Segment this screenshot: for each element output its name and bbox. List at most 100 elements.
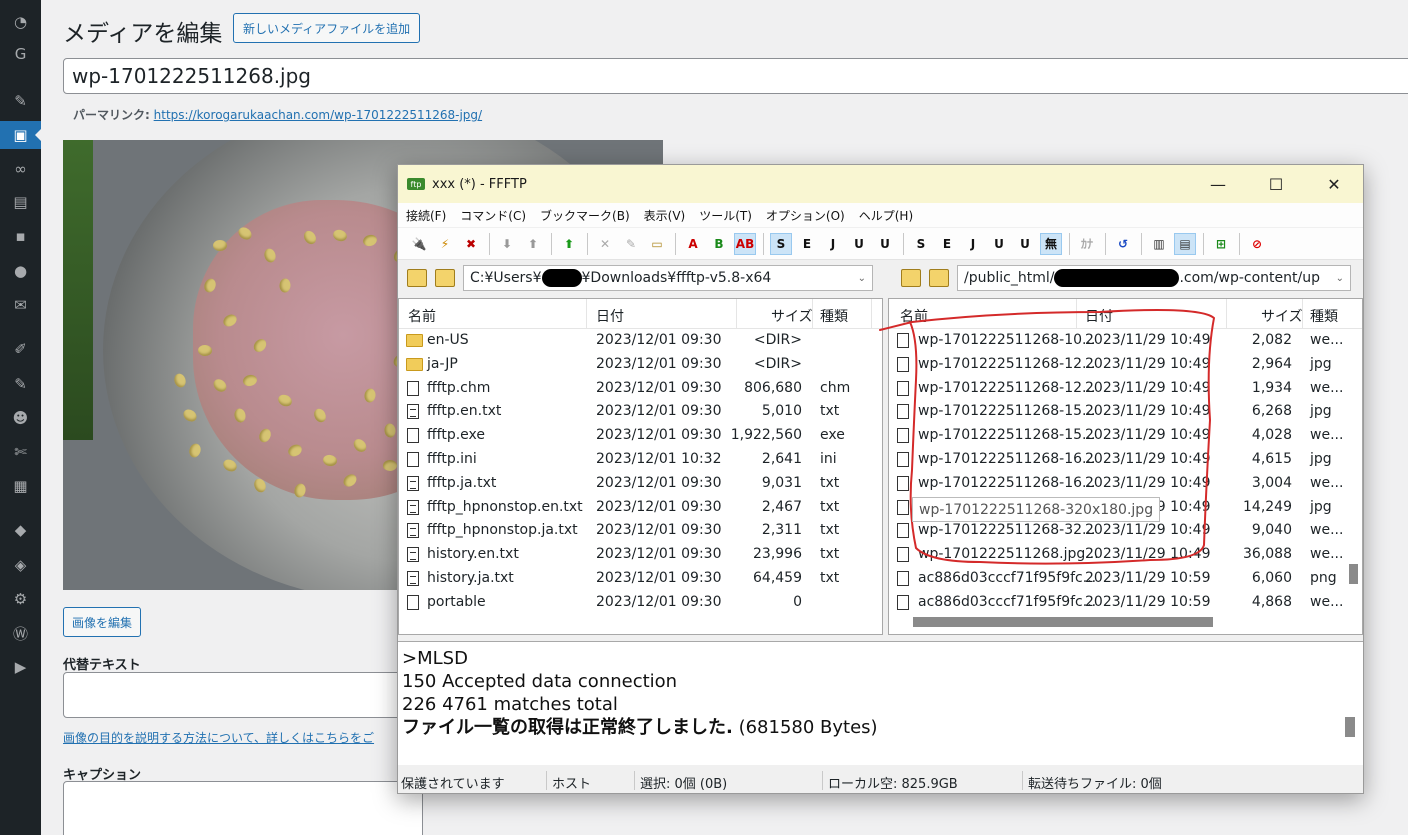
play-icon[interactable]: ▶ [0, 653, 41, 681]
upload-icon[interactable]: ⬆ [522, 233, 544, 255]
sync-folder-icon[interactable]: ⊞ [1210, 233, 1232, 255]
column-divider[interactable] [1226, 299, 1227, 329]
add-new-media-button[interactable]: 新しいメディアファイルを追加 [233, 13, 421, 43]
close-button[interactable]: ✕ [1305, 165, 1363, 203]
delete-icon[interactable]: ✕ [594, 233, 616, 255]
utf8-local-icon[interactable]: U [988, 233, 1010, 255]
column-divider[interactable] [586, 299, 587, 329]
dashboard-icon[interactable]: ◔ [0, 8, 41, 36]
remote-file-row[interactable]: wp-1701222511268-12... 2023/11/29 10:49 1,… [889, 377, 1362, 401]
remote-open-folder-icon[interactable] [929, 269, 949, 287]
euc-host-icon[interactable]: E [796, 233, 818, 255]
remote-horizontal-scrollbar-thumb[interactable] [913, 617, 1213, 627]
menu-item-1[interactable]: コマンド(C) [460, 207, 526, 224]
menu-item-0[interactable]: 接続(F) [406, 207, 446, 224]
local-file-row[interactable]: history.ja.txt 2023/12/01 09:30 64,459 txt [399, 567, 882, 591]
kana-convert-icon[interactable]: ｶﾅ [1076, 233, 1098, 255]
remote-col-size[interactable]: サイズ [1261, 306, 1303, 326]
remote-file-row[interactable]: wp-1701222511268.jpg... 2023/11/29 10:49 3… [889, 543, 1362, 567]
remote-file-row[interactable]: ac886d03cccf71f95f9fc... 2023/11/29 10:59… [889, 567, 1362, 591]
remote-file-row[interactable]: wp-1701222511268-32... 2023/11/29 10:49 9,… [889, 519, 1362, 543]
utf8bom-host-icon[interactable]: U [874, 233, 896, 255]
remote-parent-folder-icon[interactable] [901, 269, 921, 287]
local-open-folder-icon[interactable] [435, 269, 455, 287]
disconnect-icon[interactable]: ✖ [460, 233, 482, 255]
remote-file-row[interactable]: wp-1701222511268-12... 2023/11/29 10:49 2,… [889, 353, 1362, 377]
local-file-row[interactable]: portable 2023/12/01 09:30 0 [399, 591, 882, 615]
plugins-icon[interactable]: ✎ [0, 370, 41, 398]
maximize-button[interactable]: ☐ [1247, 165, 1305, 203]
local-file-row[interactable]: ja-JP 2023/12/01 09:30 <DIR> [399, 353, 882, 377]
local-file-row[interactable]: ffftp.en.txt 2023/12/01 09:30 5,010 txt [399, 400, 882, 424]
local-parent-folder-icon[interactable] [407, 269, 427, 287]
media-icon[interactable]: ▣ [0, 121, 41, 149]
menu-item-6[interactable]: ヘルプ(H) [859, 207, 913, 224]
jis-local-icon[interactable]: J [962, 233, 984, 255]
remote-file-row[interactable]: wp-1701222511268-15... 2023/11/29 10:49 6,… [889, 400, 1362, 424]
remote-path-select[interactable]: /public_html/ .com/wp-content/up ⌄ [957, 265, 1351, 291]
users-icon[interactable]: ☻ [0, 404, 41, 432]
detail-view-icon[interactable]: ▤ [1174, 232, 1196, 255]
list-view-icon[interactable]: ▥ [1148, 233, 1170, 255]
column-divider[interactable] [871, 299, 872, 329]
local-file-row[interactable]: ffftp.ini 2023/12/01 10:32 2,641 ini [399, 448, 882, 472]
column-divider[interactable] [1302, 299, 1303, 329]
auto-mode-icon[interactable]: AB [734, 232, 756, 255]
settings-grid-icon[interactable]: ▦ [0, 472, 41, 500]
remote-file-list[interactable]: 名前 日付 サイズ 種類 wp-1701222511268-10... 2023/… [888, 298, 1363, 635]
wordpress-icon[interactable]: Ⓦ [0, 619, 41, 647]
local-col-type[interactable]: 種類 [820, 306, 848, 326]
alt-text-input[interactable] [63, 672, 423, 718]
jis-host-icon[interactable]: J [822, 233, 844, 255]
local-file-row[interactable]: ffftp_hpnonstop.ja.txt 2023/12/01 09:30 2,… [399, 519, 882, 543]
local-file-row[interactable]: ffftp_hpnonstop.en.txt 2023/12/01 09:30 2,… [399, 496, 882, 520]
log-area[interactable]: >MLSD 150 Accepted data connection 226 4… [398, 641, 1363, 765]
local-file-row[interactable]: ffftp.ja.txt 2023/12/01 09:30 9,031 txt [399, 472, 882, 496]
permalink-link[interactable]: https://korogarukaachan.com/wp-170122251… [154, 108, 482, 122]
g-icon[interactable]: G [0, 40, 41, 68]
utf8-host-icon[interactable]: U [848, 233, 870, 255]
ffftp-titlebar[interactable]: ftp xxx (*) - FFFTP — ☐ ✕ [398, 165, 1363, 203]
rename-icon[interactable]: ✎ [620, 233, 642, 255]
column-divider[interactable] [1076, 299, 1077, 329]
menu-item-4[interactable]: ツール(T) [699, 207, 752, 224]
mkdir-icon[interactable]: ▭ [646, 233, 668, 255]
mail-icon[interactable]: ✉ [0, 291, 41, 319]
connect-icon[interactable]: 🔌 [408, 233, 430, 255]
stop-icon[interactable]: ⊘ [1246, 233, 1268, 255]
utf8bom-local-icon[interactable]: U [1014, 233, 1036, 255]
pin-icon[interactable]: ✎ [0, 87, 41, 115]
appearance-icon[interactable]: ✐ [0, 335, 41, 363]
local-path-select[interactable]: C:¥Users¥ ¥Downloads¥ffftp-v5.8-x64 ⌄ [463, 265, 873, 291]
pages-icon[interactable]: ▤ [0, 188, 41, 216]
menu-item-3[interactable]: 表示(V) [644, 207, 686, 224]
gear-icon[interactable]: ⚙ [0, 585, 41, 613]
shield-icon[interactable]: ◆ [0, 516, 41, 544]
links-icon[interactable]: ∞ [0, 155, 41, 183]
comments-icon[interactable]: ▪ [0, 222, 41, 250]
refresh-icon[interactable]: ↺ [1112, 233, 1134, 255]
local-file-row[interactable]: ffftp.chm 2023/12/01 09:30 806,680 chm [399, 377, 882, 401]
caption-input[interactable] [63, 781, 423, 835]
column-divider[interactable] [736, 299, 737, 329]
local-col-date[interactable]: 日付 [596, 306, 624, 326]
local-file-row[interactable]: history.en.txt 2023/12/01 09:30 23,996 txt [399, 543, 882, 567]
no-convert-icon[interactable]: 無 [1040, 232, 1062, 255]
circle-icon[interactable]: ● [0, 257, 41, 285]
edit-image-button[interactable]: 画像を編集 [63, 607, 142, 637]
local-file-row[interactable]: en-US 2023/12/01 09:30 <DIR> [399, 329, 882, 353]
quick-connect-icon[interactable]: ⚡ [434, 233, 456, 255]
remote-file-row[interactable]: wp-1701222511268-16... 2023/11/29 10:49 3,… [889, 472, 1362, 496]
remote-file-row[interactable]: wp-1701222511268-15... 2023/11/29 10:49 4,… [889, 424, 1362, 448]
sjis-local-icon[interactable]: S [910, 233, 932, 255]
remote-file-row[interactable]: ac886d03cccf71f95f9fc... 2023/11/29 10:59… [889, 591, 1362, 615]
mirror-upload-icon[interactable]: ⬆ [558, 233, 580, 255]
sjis-host-icon[interactable]: S [770, 232, 792, 255]
remote-file-row[interactable]: wp-1701222511268-10... 2023/11/29 10:49 2,… [889, 329, 1362, 353]
ascii-mode-icon[interactable]: A [682, 233, 704, 255]
local-file-list[interactable]: 名前 日付 サイズ 種類 en-US 2023/12/01 09:30 <DIR> j… [398, 298, 883, 635]
remote-col-type[interactable]: 種類 [1310, 306, 1338, 326]
minimize-button[interactable]: — [1189, 165, 1247, 203]
media-title-input[interactable]: wp-1701222511268.jpg [63, 58, 1408, 94]
log-scrollbar-thumb[interactable] [1345, 717, 1355, 737]
